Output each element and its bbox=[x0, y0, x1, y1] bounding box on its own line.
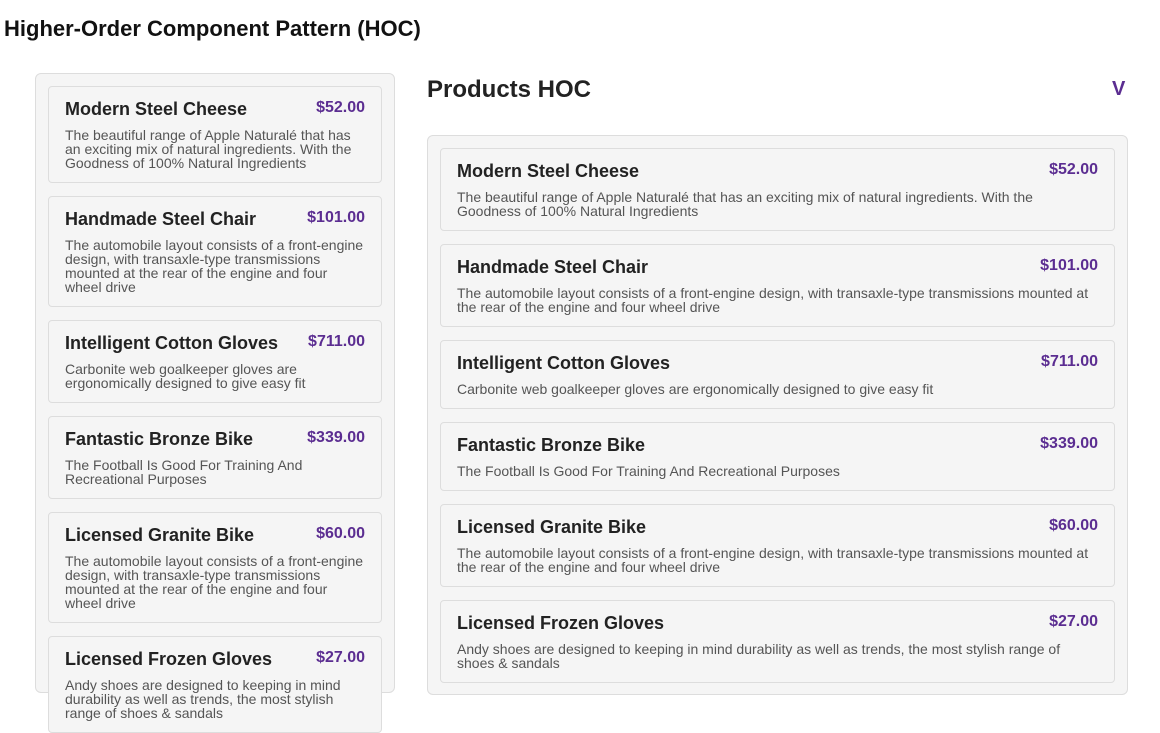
product-card: Fantastic Bronze Bike $339.00 The Footba… bbox=[440, 422, 1115, 491]
product-name: Licensed Frozen Gloves bbox=[65, 649, 273, 669]
product-header: Intelligent Cotton Gloves $711.00 bbox=[457, 353, 1098, 374]
product-price: $52.00 bbox=[1049, 161, 1098, 178]
product-description: The Football Is Good For Training And Re… bbox=[65, 457, 303, 487]
product-description: The automobile layout consists of a fron… bbox=[457, 545, 1089, 575]
product-name: Fantastic Bronze Bike bbox=[457, 435, 646, 455]
product-card: Handmade Steel Chair $101.00 The automob… bbox=[440, 244, 1115, 327]
product-description: The automobile layout consists of a fron… bbox=[65, 237, 364, 295]
product-price: $711.00 bbox=[1041, 353, 1098, 370]
collapse-toggle-button[interactable]: V bbox=[1112, 78, 1125, 101]
product-description: The automobile layout consists of a fron… bbox=[457, 285, 1089, 315]
product-list-plain: Modern Steel Cheese $52.00 The beautiful… bbox=[35, 73, 395, 733]
product-header: Fantastic Bronze Bike $339.00 bbox=[65, 429, 365, 450]
product-list-hoc: Modern Steel Cheese $52.00 The beautiful… bbox=[427, 135, 1128, 695]
product-price: $101.00 bbox=[1040, 257, 1098, 274]
product-price: $60.00 bbox=[316, 525, 365, 542]
product-header: Fantastic Bronze Bike $339.00 bbox=[457, 435, 1098, 456]
product-card: Intelligent Cotton Gloves $711.00 Carbon… bbox=[48, 320, 382, 403]
product-header: Licensed Frozen Gloves $27.00 bbox=[65, 649, 365, 670]
product-header: Licensed Granite Bike $60.00 bbox=[65, 525, 365, 546]
product-description: The Football Is Good For Training And Re… bbox=[457, 463, 840, 479]
product-price: $52.00 bbox=[316, 99, 365, 116]
product-name: Licensed Frozen Gloves bbox=[457, 613, 665, 633]
product-description: Carbonite web goalkeeper gloves are ergo… bbox=[65, 361, 306, 391]
product-card: Licensed Granite Bike $60.00 The automob… bbox=[48, 512, 382, 623]
product-description: Andy shoes are designed to keeping in mi… bbox=[457, 641, 1061, 671]
product-card: Licensed Granite Bike $60.00 The automob… bbox=[440, 504, 1115, 587]
product-card: Licensed Frozen Gloves $27.00 Andy shoes… bbox=[440, 600, 1115, 683]
product-price: $27.00 bbox=[316, 649, 365, 666]
product-name: Intelligent Cotton Gloves bbox=[65, 333, 279, 353]
product-card: Handmade Steel Chair $101.00 The automob… bbox=[48, 196, 382, 307]
product-name: Intelligent Cotton Gloves bbox=[457, 353, 671, 373]
product-description: Carbonite web goalkeeper gloves are ergo… bbox=[457, 381, 934, 397]
product-header: Modern Steel Cheese $52.00 bbox=[457, 161, 1098, 182]
product-price: $339.00 bbox=[307, 429, 365, 446]
product-price: $711.00 bbox=[308, 333, 365, 350]
product-description: The beautiful range of Apple Naturalé th… bbox=[457, 189, 1033, 219]
products-hoc-title: Products HOC bbox=[427, 76, 592, 103]
page-title: Higher-Order Component Pattern (HOC) bbox=[4, 16, 421, 41]
product-price: $60.00 bbox=[1049, 517, 1098, 534]
product-card: Intelligent Cotton Gloves $711.00 Carbon… bbox=[440, 340, 1115, 409]
product-name: Modern Steel Cheese bbox=[65, 99, 248, 119]
product-price: $339.00 bbox=[1040, 435, 1098, 452]
product-name: Licensed Granite Bike bbox=[457, 517, 647, 537]
product-header: Handmade Steel Chair $101.00 bbox=[65, 209, 365, 230]
product-price: $101.00 bbox=[307, 209, 365, 226]
product-card: Licensed Frozen Gloves $27.00 Andy shoes… bbox=[48, 636, 382, 733]
product-name: Handmade Steel Chair bbox=[65, 209, 257, 229]
product-header: Licensed Frozen Gloves $27.00 bbox=[457, 613, 1098, 634]
product-price: $27.00 bbox=[1049, 613, 1098, 630]
product-header: Modern Steel Cheese $52.00 bbox=[65, 99, 365, 120]
product-description: Andy shoes are designed to keeping in mi… bbox=[65, 677, 341, 721]
product-description: The automobile layout consists of a fron… bbox=[65, 553, 364, 611]
product-header: Handmade Steel Chair $101.00 bbox=[457, 257, 1098, 278]
product-card: Fantastic Bronze Bike $339.00 The Footba… bbox=[48, 416, 382, 499]
product-description: The beautiful range of Apple Naturalé th… bbox=[65, 127, 352, 171]
product-name: Modern Steel Cheese bbox=[457, 161, 640, 181]
product-name: Fantastic Bronze Bike bbox=[65, 429, 254, 449]
product-card: Modern Steel Cheese $52.00 The beautiful… bbox=[440, 148, 1115, 231]
product-header: Licensed Granite Bike $60.00 bbox=[457, 517, 1098, 538]
product-card: Modern Steel Cheese $52.00 The beautiful… bbox=[48, 86, 382, 183]
product-header: Intelligent Cotton Gloves $711.00 bbox=[65, 333, 365, 354]
product-name: Licensed Granite Bike bbox=[65, 525, 255, 545]
product-name: Handmade Steel Chair bbox=[457, 257, 649, 277]
